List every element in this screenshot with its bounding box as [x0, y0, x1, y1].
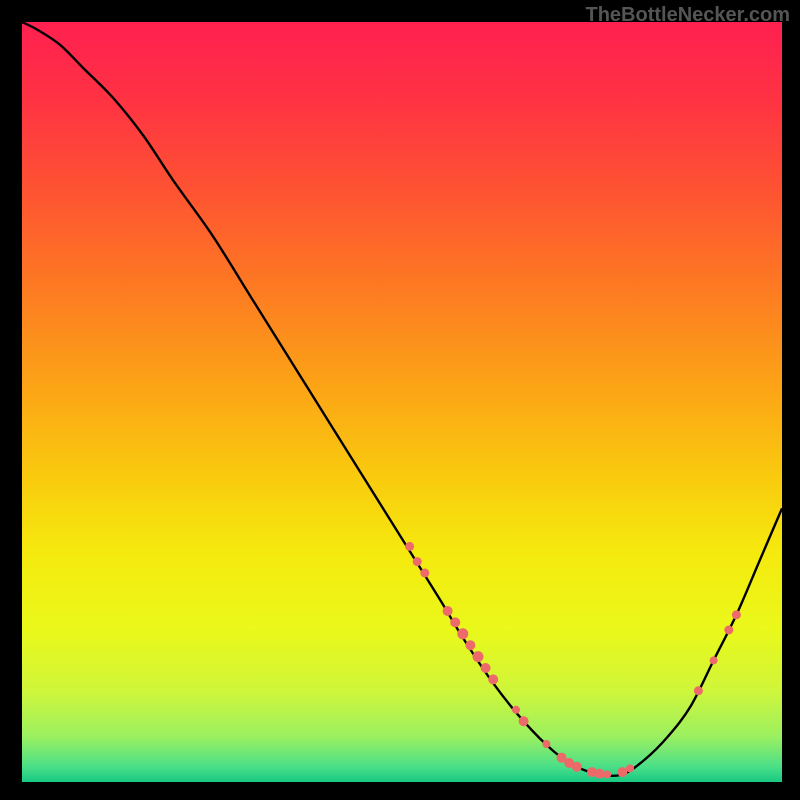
data-marker [732, 610, 741, 619]
data-marker [488, 674, 498, 684]
data-marker [420, 569, 429, 578]
data-marker [595, 769, 605, 779]
data-marker [542, 740, 550, 748]
data-marker [710, 656, 718, 664]
data-marker [519, 716, 529, 726]
data-marker [413, 557, 422, 566]
data-marker [724, 626, 733, 635]
data-marker [405, 542, 414, 551]
bottleneck-curve-line [22, 22, 782, 776]
data-marker [626, 764, 634, 772]
data-marker [450, 617, 460, 627]
chart-curve-layer [22, 22, 782, 782]
data-markers-group [405, 542, 741, 779]
data-marker [465, 640, 475, 650]
chart-canvas: TheBottleNecker.com [0, 0, 800, 800]
data-marker [481, 663, 491, 673]
watermark-label: TheBottleNecker.com [585, 4, 790, 27]
data-marker [572, 762, 582, 772]
plot-area [22, 22, 782, 782]
data-marker [512, 706, 520, 714]
data-marker [473, 651, 484, 662]
data-marker [694, 686, 703, 695]
data-marker [603, 770, 611, 778]
data-marker [443, 606, 453, 616]
data-marker [457, 628, 468, 639]
data-marker [617, 767, 627, 777]
